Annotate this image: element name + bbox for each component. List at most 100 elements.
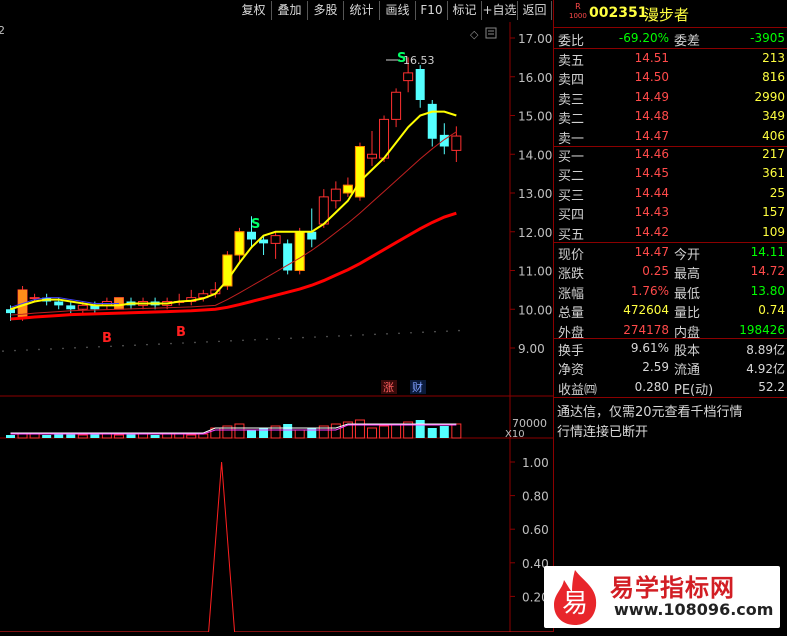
volume-bar — [150, 435, 160, 438]
dot-guide — [62, 347, 64, 350]
stat-label: PE(动) — [674, 382, 714, 398]
toolbar-button[interactable]: 标记 — [448, 1, 482, 20]
weibi-label: 委比 — [558, 34, 585, 49]
row-label: 卖四 — [558, 73, 585, 89]
dot-guide — [122, 344, 124, 347]
row-volume: 361 — [762, 166, 785, 181]
toolbar-button[interactable]: 统计 — [344, 1, 380, 20]
quote-panel: R 1000 002351 漫步者 委比 -69.20% 委差 -3905 卖五… — [553, 0, 787, 632]
row-price: 14.44 — [634, 185, 669, 200]
svg-text:易: 易 — [562, 589, 588, 619]
toolbar-button[interactable]: 复权 — [236, 1, 272, 20]
stat-label: 净资 — [558, 363, 585, 379]
row-price: 14.51 — [634, 51, 669, 65]
dot-guide — [434, 330, 436, 333]
price-axis-label: 15.00 — [518, 110, 552, 124]
ma5-line — [10, 110, 457, 311]
row-label: 买二 — [558, 169, 585, 185]
stat-value: 52.2 — [758, 379, 785, 394]
volume-bar — [367, 427, 377, 439]
dot-guide — [206, 341, 208, 343]
diamond-icon: ◇ — [470, 28, 479, 41]
row-price: 14.46 — [634, 147, 669, 161]
dot-guide — [98, 345, 100, 348]
stat-value: 9.61% — [630, 341, 669, 355]
dot-guide — [386, 333, 388, 335]
signal-bar — [342, 184, 353, 194]
kline-chart-area[interactable]: 17.00 16.00 15.00 14.00 13.00 12.00 11.00 10.00… — [0, 22, 553, 633]
volume-bar — [126, 434, 136, 438]
toolbar-button[interactable]: 返回 — [518, 1, 552, 20]
volume-bar — [6, 435, 15, 438]
stock-name: 漫步者 — [644, 6, 690, 24]
dot-guide — [326, 335, 328, 338]
price-axis-label: 10.00 — [518, 303, 552, 317]
chart-toolbar: 复权 叠加 多股 统计 画线 F10 标记 +自选 返回 — [0, 0, 553, 22]
volume-bar — [42, 435, 52, 438]
row-volume: 2990 — [754, 89, 785, 104]
row-volume: 213 — [762, 51, 785, 65]
divider — [554, 48, 787, 49]
candle-body — [367, 153, 377, 159]
candle-body — [330, 188, 341, 202]
volume-bar — [113, 434, 124, 439]
candle-body — [391, 91, 402, 120]
volume-bar — [17, 433, 28, 439]
indicator-line — [0, 461, 553, 633]
dot-guide — [182, 342, 184, 344]
volume-bar — [54, 434, 64, 438]
promo-message[interactable]: 通达信，仅需20元查看千档行情 — [557, 401, 743, 420]
dot-guide — [362, 334, 364, 336]
toolbar-button[interactable]: 叠加 — [272, 1, 308, 20]
stat-value: 198426 — [739, 322, 785, 337]
dot-guide — [146, 343, 148, 346]
connection-status: 行情连接已断开 — [557, 425, 649, 440]
volume-bar — [247, 430, 256, 438]
signal-bar — [294, 231, 305, 271]
dot-guide — [218, 340, 220, 343]
divider — [554, 27, 787, 28]
kline-chart[interactable]: 17.00 16.00 15.00 14.00 13.00 12.00 11.00 10.00… — [0, 22, 553, 633]
divider — [554, 338, 787, 339]
row-volume: 157 — [762, 205, 785, 220]
dot-guide — [290, 337, 292, 339]
volume-bar — [90, 434, 100, 438]
price-axis-label: 9.00 — [518, 342, 545, 356]
stat-label: 现价 — [558, 248, 585, 263]
row-label: 买一 — [558, 150, 585, 165]
dot-guide — [74, 347, 76, 349]
stat-label: 流通 — [674, 363, 701, 379]
volume-bar — [391, 423, 402, 439]
candle-body — [54, 301, 64, 306]
stat-value: 0.74 — [758, 303, 785, 318]
weibi-value: -69.20% — [618, 31, 669, 45]
toolbar-button[interactable]: +自选 — [482, 1, 518, 20]
toolbar-button[interactable]: 多股 — [308, 1, 344, 20]
candle-body — [403, 72, 414, 82]
row-price: 14.50 — [634, 70, 669, 85]
dot-guide — [230, 340, 232, 342]
toolbar-button[interactable]: 画线 — [380, 1, 416, 20]
row-price: 14.45 — [634, 166, 669, 181]
stat-value: 13.80 — [750, 283, 785, 298]
candle-body — [29, 297, 40, 300]
dot-guide — [50, 348, 52, 350]
stat-label: 量比 — [674, 306, 701, 322]
sell-signal-s: S — [397, 51, 406, 66]
row-volume: 816 — [762, 70, 785, 85]
candle-body — [66, 305, 76, 310]
volume-bar — [427, 428, 437, 438]
volume-bar — [294, 429, 305, 439]
volume-bar — [451, 423, 462, 439]
news-tag-cai: 财 — [412, 380, 423, 394]
flame-logo-icon: 易 — [554, 570, 597, 625]
candle-body — [6, 309, 15, 314]
volume-bar — [354, 419, 365, 439]
stat-label: 换手 — [558, 344, 585, 359]
row-price: 14.47 — [634, 128, 669, 143]
toolbar-button[interactable]: F10 — [416, 1, 448, 20]
volume-bar — [415, 420, 425, 438]
stat-label: 总量 — [558, 306, 585, 322]
watermark-banner: 易 易学指标网 www.108096.com — [544, 566, 780, 628]
price-axis-label: 17.00 — [518, 32, 552, 46]
